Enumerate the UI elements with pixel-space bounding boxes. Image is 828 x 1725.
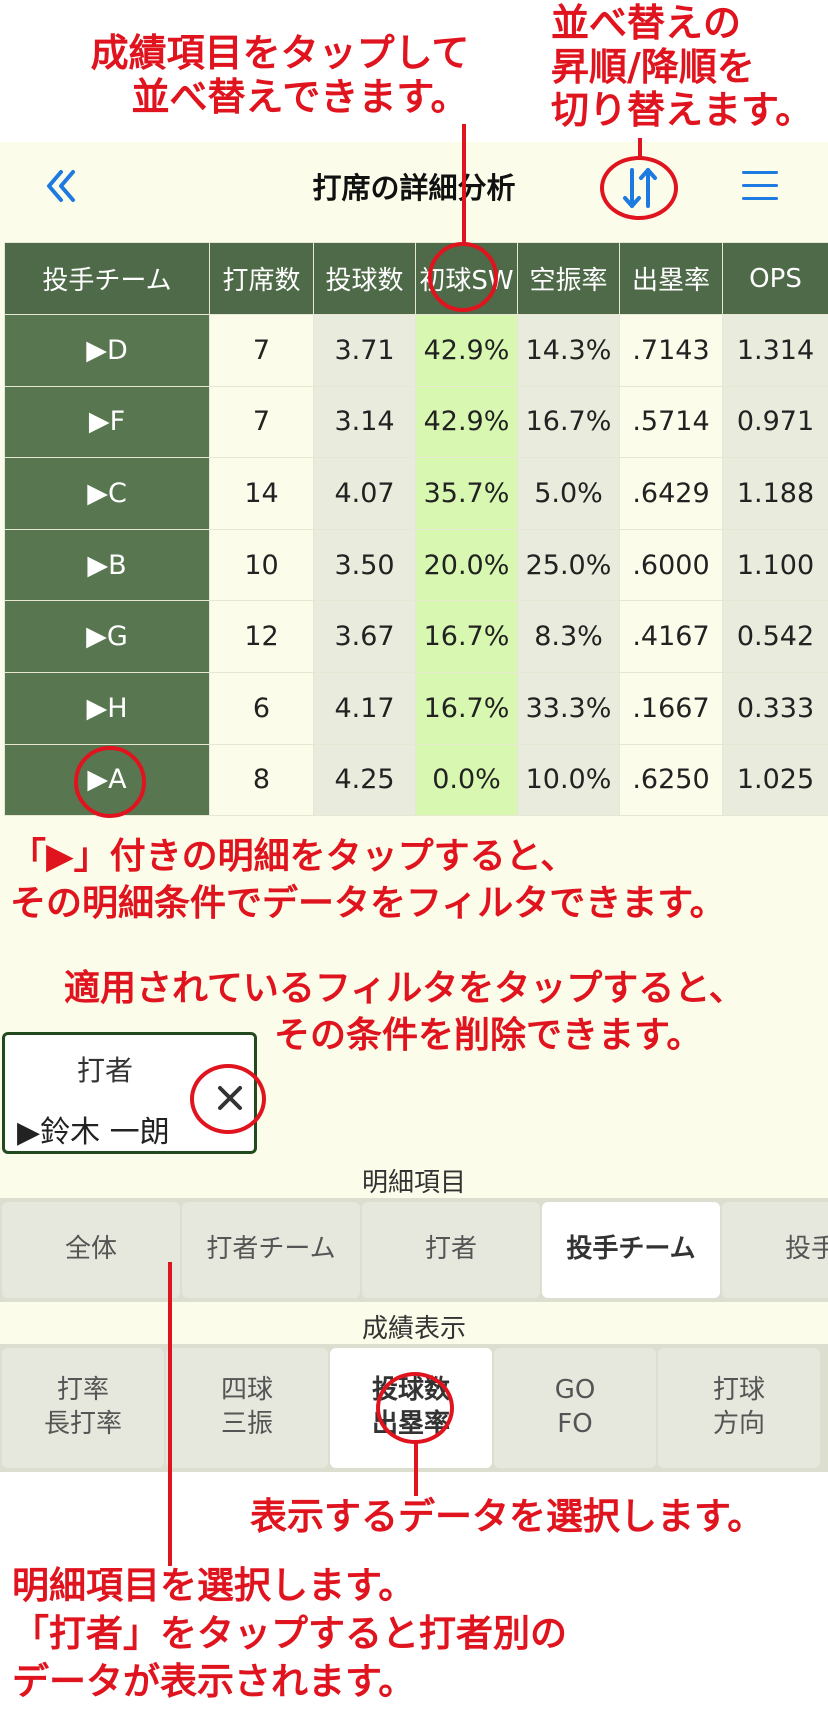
cell: 14.3% bbox=[517, 314, 620, 387]
team-cell[interactable]: ▶C bbox=[4, 457, 210, 530]
table-row[interactable]: ▶C 14 4.07 35.7% 5.0% .6429 1.188 bbox=[4, 457, 828, 530]
detail-option-batter[interactable]: 打者 bbox=[362, 1202, 540, 1298]
cell: .7143 bbox=[619, 314, 723, 387]
table-row[interactable]: ▶F 7 3.14 42.9% 16.7% .5714 0.971 bbox=[4, 385, 828, 459]
display-section-label: 成績表示 bbox=[361, 1314, 466, 1344]
detail-section-label: 明細項目 bbox=[361, 1168, 466, 1198]
cell: .6250 bbox=[619, 743, 723, 817]
cell: 33.3% bbox=[517, 671, 620, 745]
cell: 10.0% bbox=[517, 743, 620, 817]
cell: 14 bbox=[209, 457, 314, 530]
cell: 5.0% bbox=[517, 457, 620, 530]
table-row[interactable]: ▶D 7 3.71 42.9% 14.3% .7143 1.314 bbox=[4, 314, 828, 387]
filter-label: 打者 bbox=[77, 1054, 134, 1087]
cell: 0.333 bbox=[722, 671, 828, 745]
team-cell[interactable]: ▶G bbox=[4, 600, 210, 673]
display-option-avg-slg[interactable]: 打率 長打率 bbox=[2, 1348, 164, 1468]
team-cell[interactable]: ▶F bbox=[4, 385, 210, 459]
display-option-line: 四球 三振 bbox=[220, 1375, 273, 1439]
team-cell[interactable]: ▶H bbox=[4, 671, 210, 745]
callout-line-sort bbox=[638, 138, 642, 158]
cell: 3.50 bbox=[313, 528, 416, 602]
cell: 4.17 bbox=[313, 671, 416, 745]
cell: 1.025 bbox=[722, 743, 828, 817]
cell: .6429 bbox=[619, 457, 723, 530]
cell: 1.314 bbox=[722, 314, 828, 387]
cell: 7 bbox=[209, 385, 314, 459]
cell: 0.971 bbox=[722, 385, 828, 459]
hamburger-menu-icon bbox=[742, 171, 778, 174]
cell: 12 bbox=[209, 600, 314, 673]
cell: .1667 bbox=[619, 671, 723, 745]
column-header-obp[interactable]: 出塁率 bbox=[619, 242, 723, 315]
column-header-ops[interactable]: OPS bbox=[722, 242, 828, 315]
team-cell[interactable]: ▶B bbox=[4, 528, 210, 602]
column-header-plate-appearances[interactable]: 打席数 bbox=[209, 242, 314, 315]
annotation-display-select: 表示するデータを選択します。 bbox=[250, 1495, 765, 1538]
cell: 42.9% bbox=[415, 314, 518, 387]
display-option-direction[interactable]: 打球 方向 bbox=[658, 1348, 820, 1468]
cell: 7 bbox=[209, 314, 314, 387]
detail-option-pitcher-team[interactable]: 投手チーム bbox=[542, 1202, 720, 1298]
column-header-team[interactable]: 投手チーム bbox=[4, 242, 210, 315]
table-header-row: 投手チーム 打席数 投球数 初球SW 空振率 出塁率 OPS bbox=[4, 242, 828, 315]
detail-option-pitcher[interactable]: 投手 bbox=[722, 1202, 828, 1298]
annotation-sort-order: 並べ替えの 昇順/降順を 切り替えます。 bbox=[551, 1, 814, 133]
cell: .4167 bbox=[619, 600, 723, 673]
cell: 0.542 bbox=[722, 600, 828, 673]
detail-option-batter-team[interactable]: 打者チーム bbox=[182, 1202, 360, 1298]
annotation-detail-select: 明細項目を選択します。 「打者」をタップすると打者別の データが表示されます。 bbox=[12, 1564, 567, 1704]
table-row[interactable]: ▶G 12 3.67 16.7% 8.3% .4167 0.542 bbox=[4, 600, 828, 673]
display-option-line: 打球 方向 bbox=[712, 1375, 765, 1439]
display-option-go-fo[interactable]: GO FO bbox=[494, 1348, 656, 1468]
cell: 16.7% bbox=[415, 671, 518, 745]
cell: 25.0% bbox=[517, 528, 620, 602]
cell: 3.14 bbox=[313, 385, 416, 459]
table-row[interactable]: ▶H 6 4.17 16.7% 33.3% .1667 0.333 bbox=[4, 671, 828, 745]
column-header-whiff-rate[interactable]: 空振率 bbox=[517, 242, 620, 315]
callout-circle-filter bbox=[190, 1064, 266, 1134]
team-cell[interactable]: ▶D bbox=[4, 314, 210, 387]
cell: .6000 bbox=[619, 528, 723, 602]
display-option-bb-so[interactable]: 四球 三振 bbox=[166, 1348, 328, 1468]
cell: 4.07 bbox=[313, 457, 416, 530]
callout-line-detail bbox=[168, 1262, 172, 1566]
callout-circle-header bbox=[428, 242, 498, 312]
table-row[interactable]: ▶B 10 3.50 20.0% 25.0% .6000 1.100 bbox=[4, 528, 828, 602]
cell: 6 bbox=[209, 671, 314, 745]
cell: 10 bbox=[209, 528, 314, 602]
menu-button[interactable] bbox=[742, 171, 778, 205]
column-header-pitches[interactable]: 投球数 bbox=[313, 242, 416, 315]
detail-option-all[interactable]: 全体 bbox=[2, 1202, 180, 1298]
page-title: 打席の詳細分析 bbox=[312, 171, 516, 205]
cell: 1.188 bbox=[722, 457, 828, 530]
detail-segment-row: 全体 打者チーム 打者 投手チーム 投手 bbox=[0, 1198, 828, 1302]
cell: 3.71 bbox=[313, 314, 416, 387]
callout-line-display bbox=[414, 1442, 418, 1496]
cell: 1.100 bbox=[722, 528, 828, 602]
cell: 16.7% bbox=[415, 600, 518, 673]
cell: 3.67 bbox=[313, 600, 416, 673]
cell: 42.9% bbox=[415, 385, 518, 459]
cell: 8 bbox=[209, 743, 314, 817]
annotation-sort-header: 成績項目をタップして 並べ替えできます。 bbox=[90, 31, 470, 119]
cell: 8.3% bbox=[517, 600, 620, 673]
callout-circle-row bbox=[74, 746, 146, 818]
annotation-row-tap: 「▶」付きの明細をタップすると、 その明細条件でデータをフィルタできます。 bbox=[10, 836, 726, 925]
cell: 35.7% bbox=[415, 457, 518, 530]
cell: 4.25 bbox=[313, 743, 416, 817]
display-option-line: GO FO bbox=[554, 1375, 596, 1439]
cell: 16.7% bbox=[517, 385, 620, 459]
stats-table: 投手チーム 打席数 投球数 初球SW 空振率 出塁率 OPS ▶D 7 3.71… bbox=[4, 242, 828, 817]
cell: 20.0% bbox=[415, 528, 518, 602]
filter-value: ▶鈴木 一朗 bbox=[17, 1115, 170, 1150]
cell: 0.0% bbox=[415, 743, 518, 817]
callout-circle-sort bbox=[600, 156, 678, 220]
callout-line-header bbox=[462, 124, 466, 244]
cell: .5714 bbox=[619, 385, 723, 459]
display-option-line: 打率 長打率 bbox=[43, 1375, 122, 1439]
callout-circle-display bbox=[376, 1372, 454, 1444]
